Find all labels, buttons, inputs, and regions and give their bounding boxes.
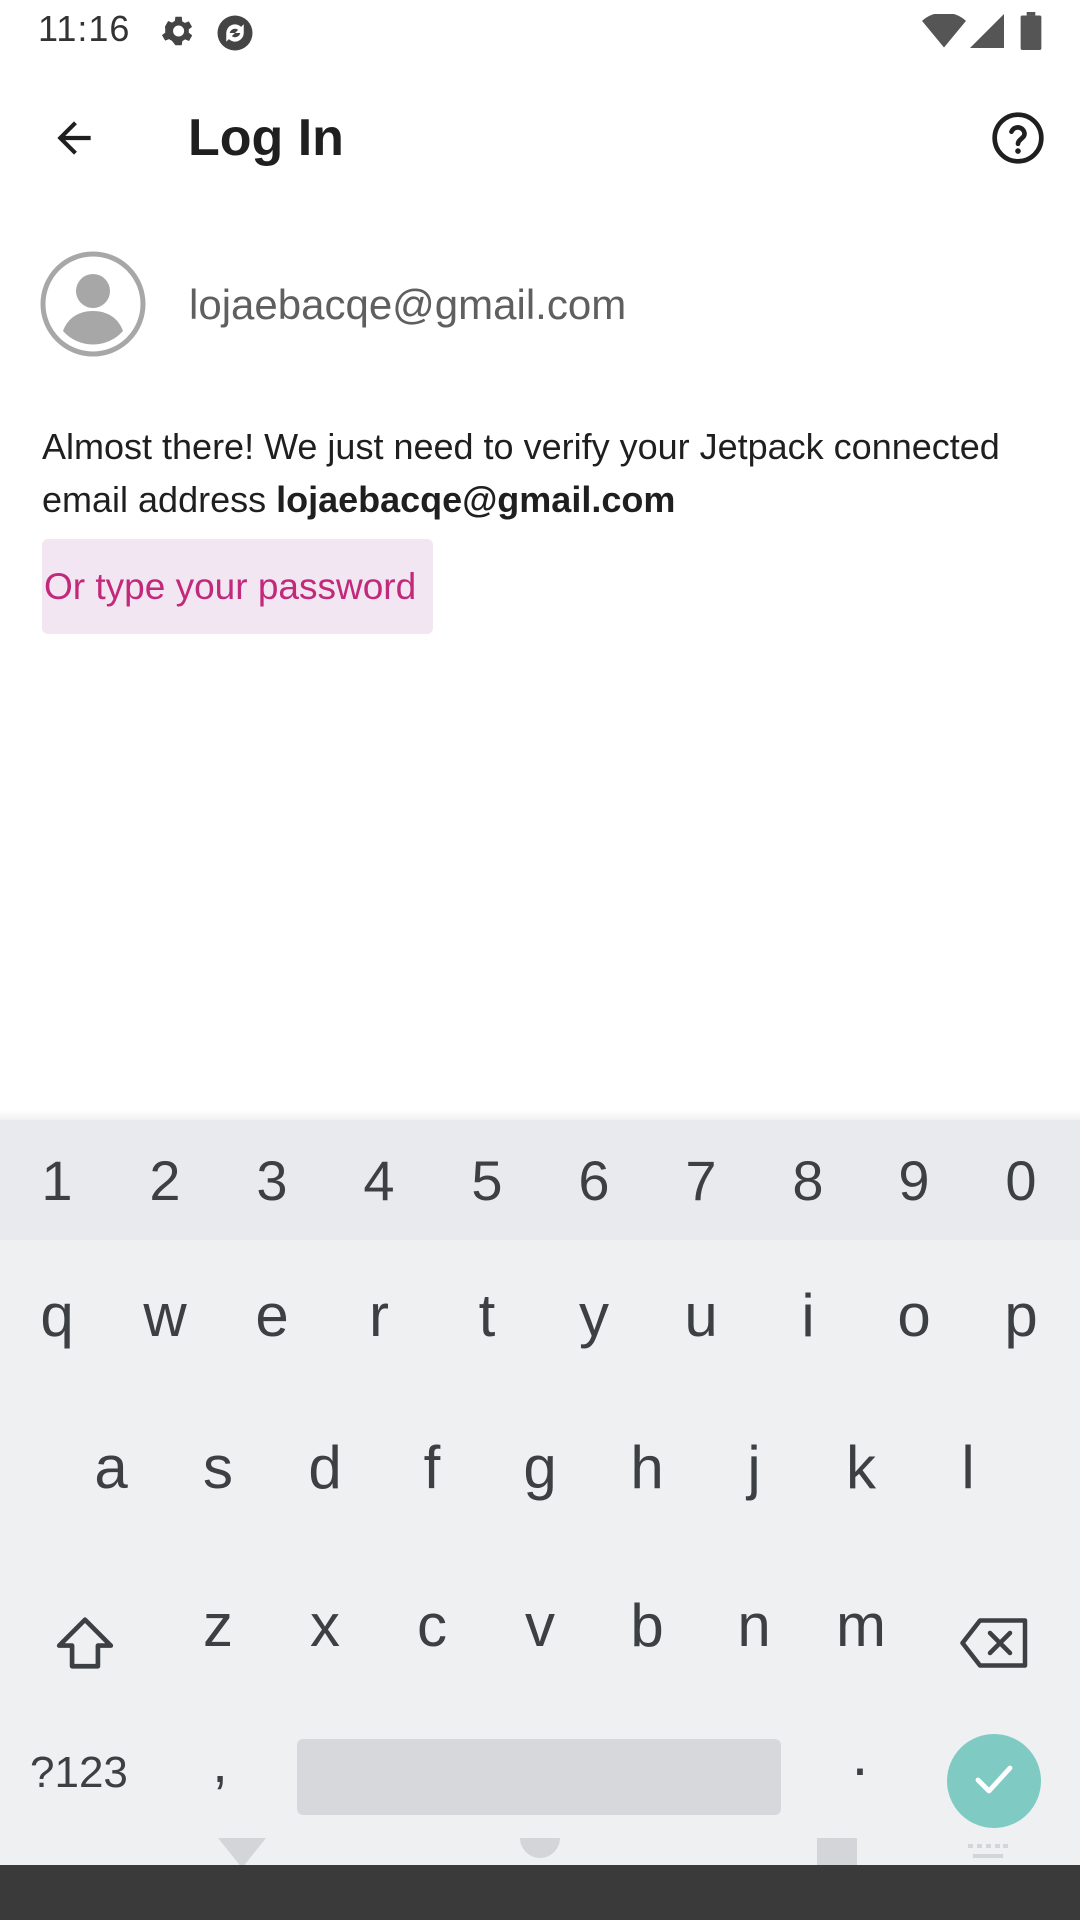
key-t[interactable]: t <box>433 1250 541 1380</box>
help-icon <box>990 110 1046 171</box>
key-c[interactable]: c <box>378 1560 486 1690</box>
verification-message: Almost there! We just need to verify you… <box>42 420 1042 526</box>
key-z[interactable]: z <box>164 1560 272 1690</box>
avatar <box>40 251 146 357</box>
key-6[interactable]: 6 <box>540 1120 648 1240</box>
wifi-icon <box>922 12 966 53</box>
key-m[interactable]: m <box>807 1560 915 1690</box>
back-arrow-icon <box>49 113 99 168</box>
key-x[interactable]: x <box>271 1560 379 1690</box>
key-p[interactable]: p <box>967 1250 1075 1380</box>
system-nav-bar <box>0 1865 1080 1920</box>
keyboard-switch-icon[interactable] <box>968 1842 1008 1867</box>
status-time: 11:16 <box>38 8 131 49</box>
status-bar: 11:16 <box>0 0 1080 64</box>
key-1[interactable]: 1 <box>3 1120 111 1240</box>
battery-icon <box>1020 12 1042 55</box>
enter-key[interactable] <box>947 1734 1041 1828</box>
key-u[interactable]: u <box>647 1250 755 1380</box>
key-o[interactable]: o <box>860 1250 968 1380</box>
number-row: 1 2 3 4 5 6 7 8 9 0 <box>0 1120 1080 1240</box>
key-3[interactable]: 3 <box>218 1120 326 1240</box>
shift-icon <box>54 1614 116 1677</box>
key-q[interactable]: q <box>3 1250 111 1380</box>
key-j[interactable]: j <box>700 1402 808 1532</box>
account-row: lojaebacqe@gmail.com <box>0 245 1080 365</box>
back-button[interactable] <box>36 102 112 178</box>
key-9[interactable]: 9 <box>860 1120 968 1240</box>
symbols-key[interactable]: ?123 <box>30 1748 128 1798</box>
backspace-key[interactable] <box>940 1580 1050 1710</box>
key-l[interactable]: l <box>914 1402 1022 1532</box>
key-f[interactable]: f <box>378 1402 486 1532</box>
key-b[interactable]: b <box>593 1560 701 1690</box>
key-y[interactable]: y <box>540 1250 648 1380</box>
key-w[interactable]: w <box>111 1250 219 1380</box>
key-4[interactable]: 4 <box>325 1120 433 1240</box>
settings-icon <box>158 12 196 55</box>
key-h[interactable]: h <box>593 1402 701 1532</box>
period-key[interactable]: . <box>840 1720 880 1789</box>
key-7[interactable]: 7 <box>647 1120 755 1240</box>
key-r[interactable]: r <box>325 1250 433 1380</box>
account-email: lojaebacqe@gmail.com <box>189 281 627 328</box>
message-email: lojaebacqe@gmail.com <box>276 479 676 520</box>
key-5[interactable]: 5 <box>433 1120 541 1240</box>
help-button[interactable] <box>980 102 1056 178</box>
key-g[interactable]: g <box>486 1402 594 1532</box>
keyboard: 1 2 3 4 5 6 7 8 9 0 q w e r t y u i o p … <box>0 1120 1080 1868</box>
key-v[interactable]: v <box>486 1560 594 1690</box>
type-password-button[interactable]: Or type your password <box>42 539 433 634</box>
page-title: Log In <box>188 109 344 167</box>
key-k[interactable]: k <box>807 1402 915 1532</box>
key-8[interactable]: 8 <box>754 1120 862 1240</box>
key-n[interactable]: n <box>700 1560 808 1690</box>
key-d[interactable]: d <box>271 1402 379 1532</box>
keyboard-shadow <box>0 1110 1080 1120</box>
key-i[interactable]: i <box>754 1250 862 1380</box>
backspace-icon <box>960 1617 1030 1673</box>
key-a[interactable]: a <box>57 1402 165 1532</box>
key-e[interactable]: e <box>218 1250 326 1380</box>
app-bar: Log In <box>0 64 1080 212</box>
key-2[interactable]: 2 <box>111 1120 219 1240</box>
signal-icon <box>970 14 1004 53</box>
comma-key[interactable]: , <box>200 1730 240 1795</box>
shift-key[interactable] <box>30 1580 140 1710</box>
key-0[interactable]: 0 <box>967 1120 1075 1240</box>
spacebar[interactable] <box>297 1739 781 1815</box>
sync-icon <box>214 12 256 59</box>
key-s[interactable]: s <box>164 1402 272 1532</box>
check-icon <box>970 1755 1018 1808</box>
